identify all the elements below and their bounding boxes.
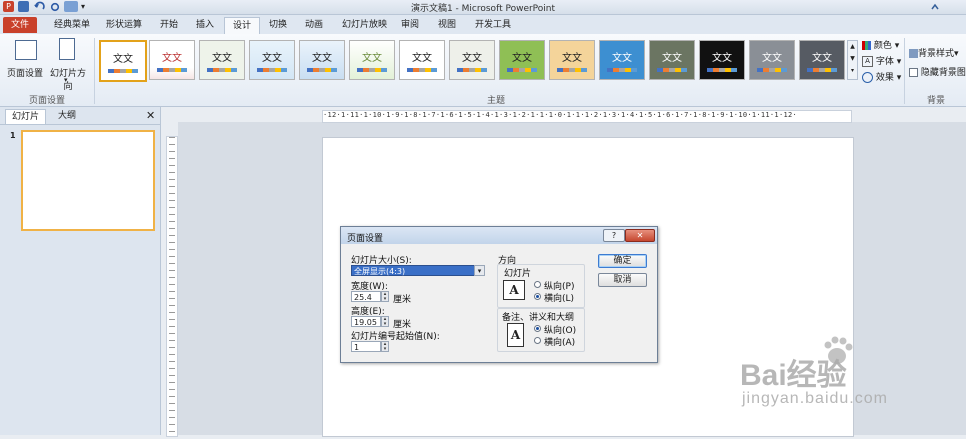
fonts-icon: A [862,56,873,67]
slide-size-select[interactable]: 全屏显示(4:3) [351,265,475,276]
baidu-watermark: Bai经验 jingyan.baidu.com [740,336,960,428]
portrait-notes-radio[interactable] [534,325,541,332]
start-number-input[interactable]: 1 [351,341,381,352]
theme-5[interactable]: 文文 [299,40,345,80]
slides-group-label: 幻灯片 [504,269,532,279]
dialog-title: 页面设置 [347,234,384,244]
theme-11[interactable]: 文文 [599,40,645,80]
help-button[interactable]: ? [603,229,625,242]
chevron-down-icon: ▾ [64,76,68,84]
tab-file[interactable]: 文件 [3,17,37,33]
background-styles-button[interactable]: 背景样式▾ [909,46,959,59]
vertical-ruler [166,136,178,437]
theme-13[interactable]: 文文 [699,40,745,80]
effects-button[interactable]: 效果 ▾ [862,70,901,83]
title-bar: P ▾ 演示文稿1 - Microsoft PowerPoint [0,0,966,15]
tab-developer[interactable]: 开发工具 [467,17,519,33]
ribbon: 页面设置 幻灯片方向 ▾ 页面设置 文文 文文 文文 文文 文文 文文 文文 文… [0,34,966,107]
theme-2[interactable]: 文文 [149,40,195,80]
page-setup-icon [15,40,37,60]
slide-orientation-button[interactable]: 幻灯片方向 ▾ [46,38,90,92]
tab-home[interactable]: 开始 [152,17,186,33]
group-page-setup-label: 页面设置 [28,96,65,106]
page-setup-dialog: 页面设置 ? ✕ 幻灯片大小(S): 全屏显示(4:3) ▾ 宽度(W): 25… [340,226,658,363]
dialog-titlebar: 页面设置 ? ✕ [341,227,657,244]
colors-icon [862,41,871,50]
notes-group-label: 备注、讲义和大纲 [502,313,575,323]
horizontal-ruler: ·12·1·11·1·10·1·9·1·8·1·7·1·6·1·5·1·4·1·… [322,110,852,123]
close-pane-icon[interactable]: ✕ [146,109,155,122]
theme-14[interactable]: 文文 [749,40,795,80]
page-setup-button[interactable]: 页面设置 [6,38,44,86]
divider [94,38,95,104]
effects-icon [862,72,873,83]
landscape-label: 横向(L) [544,294,575,304]
checkbox-icon [909,68,918,77]
theme-office[interactable]: 文文 [99,40,147,82]
landscape-notes-radio[interactable] [534,337,541,344]
watermark-brand: Bai经验 [740,359,847,392]
tab-review[interactable]: 审阅 [393,17,427,33]
landscape-page-icon: A [503,280,525,300]
ok-button[interactable]: 确定 [598,254,647,268]
slides-orientation-group: 幻灯片 A 纵向(P) 横向(L) [497,264,585,308]
colors-button[interactable]: 颜色 ▾ [862,38,899,51]
tab-shape-ops[interactable]: 形状运算 [98,17,150,33]
background-styles-icon [909,49,918,58]
divider [904,38,905,104]
tab-outline[interactable]: 大纲 [52,109,82,123]
slide-orientation-label: 幻灯片方向 [49,69,86,92]
start-number-stepper[interactable]: ▴ ▾ [381,341,389,352]
tab-slideshow[interactable]: 幻灯片放映 [334,17,395,33]
hide-background-checkbox[interactable]: 隐藏背景图 [909,65,966,78]
ruler-ticks [169,137,175,436]
tab-view[interactable]: 视图 [430,17,464,33]
tab-design[interactable]: 设计 [224,17,261,34]
tab-insert[interactable]: 插入 [188,17,222,33]
slide-thumbnail[interactable] [21,130,155,231]
theme-4[interactable]: 文文 [249,40,295,80]
slide-orientation-icon [59,38,75,60]
group-themes-label: 主题 [486,96,505,106]
ribbon-tabs: 文件 经典菜单 形状运算 开始 插入 设计 切换 动画 幻灯片放映 审阅 视图 … [0,15,966,34]
tab-animations[interactable]: 动画 [297,17,331,33]
slide-number: 1 [10,131,16,140]
cancel-button[interactable]: 取消 [598,273,647,287]
theme-8[interactable]: 文文 [449,40,495,80]
theme-9[interactable]: 文文 [499,40,545,80]
slides-pane: 幻灯片 大纲 ✕ 1 [0,107,161,435]
gallery-scroll[interactable]: ▲ ▼ ▾ [847,40,858,80]
watermark-url: jingyan.baidu.com [742,390,888,407]
chevron-down-icon[interactable]: ▾ [474,265,485,276]
close-icon[interactable]: ✕ [625,229,655,242]
notes-orientation-group: 备注、讲义和大纲 A 纵向(O) 横向(A) [497,308,585,352]
fonts-button[interactable]: A 字体 ▾ [862,54,901,67]
width-input[interactable]: 25.4 [351,291,381,302]
landscape-radio[interactable] [534,293,541,300]
theme-3[interactable]: 文文 [199,40,245,80]
tab-transitions[interactable]: 切换 [261,17,295,33]
theme-10[interactable]: 文文 [549,40,595,80]
theme-15[interactable]: 文文 [799,40,845,80]
landscape-notes-label: 横向(A) [544,338,576,348]
width-stepper[interactable]: ▴ ▾ [381,291,389,302]
portrait-page-icon: A [507,323,524,347]
theme-12[interactable]: 文文 [649,40,695,80]
theme-7[interactable]: 文文 [399,40,445,80]
divider [0,124,160,125]
page-setup-label: 页面设置 [6,69,43,79]
portrait-radio[interactable] [534,281,541,288]
height-input[interactable]: 19.05 [351,316,381,327]
group-background-label: 背景 [926,96,945,106]
help-icon[interactable] [928,1,942,12]
theme-6[interactable]: 文文 [349,40,395,80]
height-stepper[interactable]: ▴ ▾ [381,316,389,327]
width-unit: 厘米 [393,295,412,305]
tab-classic-menu[interactable]: 经典菜单 [46,17,98,33]
window-title: 演示文稿1 - Microsoft PowerPoint [410,4,556,14]
tab-slides[interactable]: 幻灯片 [5,109,47,124]
